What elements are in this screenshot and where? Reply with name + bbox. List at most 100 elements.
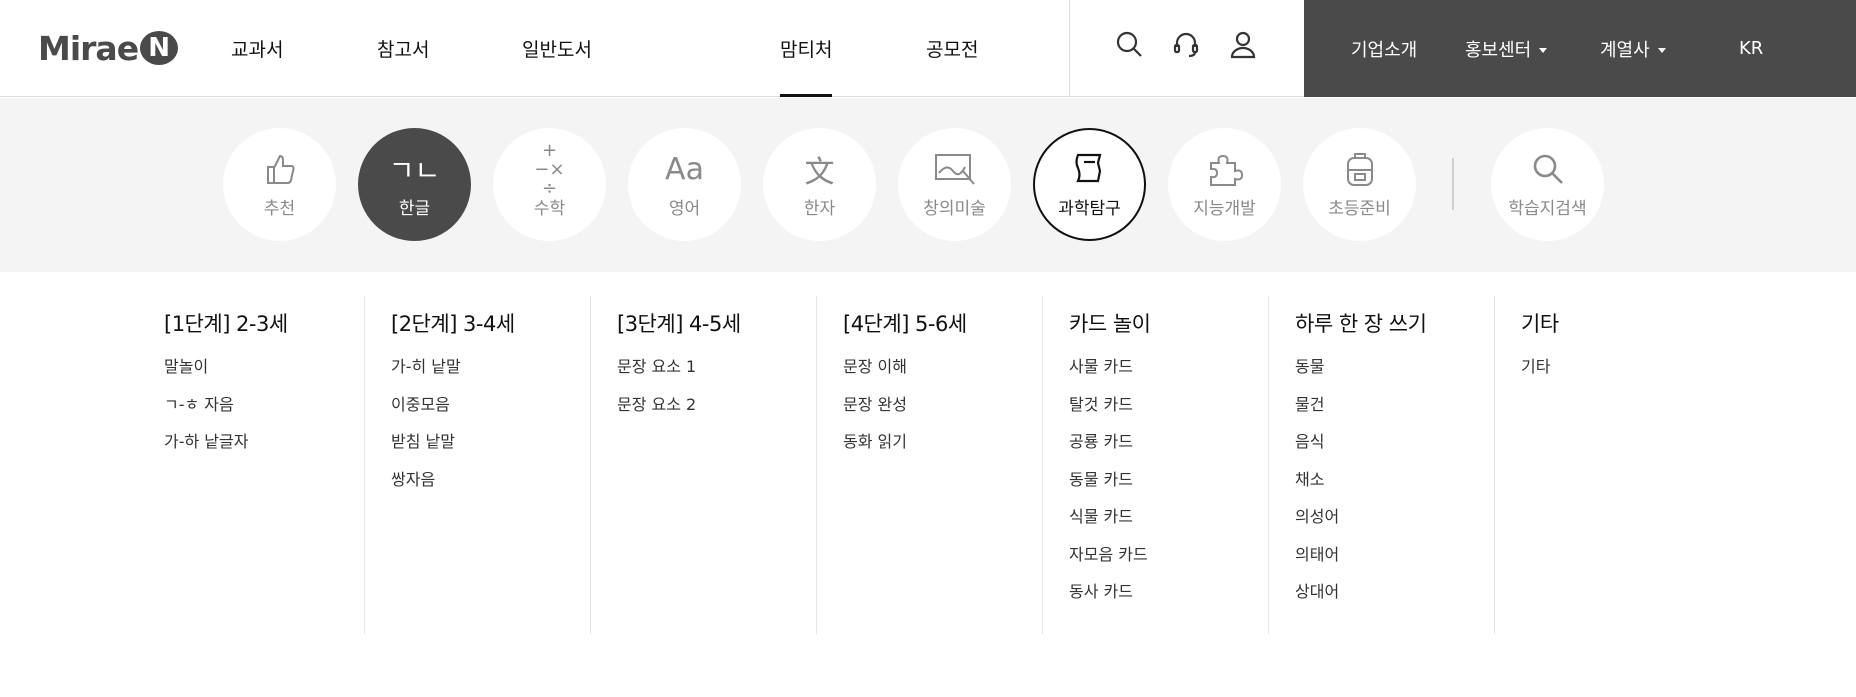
category-label: 초등준비 (1328, 199, 1391, 219)
column-title[interactable]: [3단계] 4-5세 (617, 308, 741, 338)
list-item[interactable]: 동물 카드 (1069, 470, 1148, 508)
list-item[interactable]: 받침 낱말 (391, 432, 461, 470)
english-icon: Aa (665, 150, 704, 188)
column-list: 문장 요소 1 문장 요소 2 (617, 357, 696, 432)
list-item[interactable]: 가-하 낱글자 (164, 432, 248, 470)
science-icon (1073, 150, 1107, 188)
category-elementary-prep[interactable]: 초등준비 (1303, 128, 1416, 241)
category-creative-art[interactable]: 창의미술 (898, 128, 1011, 241)
column-title[interactable]: 카드 놀이 (1069, 308, 1151, 338)
list-item[interactable]: 문장 요소 2 (617, 395, 696, 433)
menu-column-etc: 기타 기타 (1494, 296, 1720, 634)
category-label: 추천 (263, 199, 296, 219)
menu-column-stage1: [1단계] 2-3세 말놀이 ㄱ-ㅎ 자음 가-하 낱글자 (164, 296, 390, 634)
category-label: 과학탐구 (1058, 199, 1121, 219)
headset-icon[interactable] (1170, 28, 1202, 60)
category-divider (1452, 158, 1454, 210)
menu-affiliates[interactable]: 계열사 (1600, 0, 1666, 97)
search-icon[interactable] (1113, 28, 1145, 60)
list-item[interactable]: 음식 (1295, 432, 1339, 470)
language-label: KR (1739, 38, 1764, 59)
caret-down-icon (1657, 47, 1666, 53)
nav-contest[interactable]: 공모전 (926, 0, 978, 97)
list-item[interactable]: 가-히 낱말 (391, 357, 461, 395)
nav-textbook[interactable]: 교과서 (231, 0, 283, 97)
list-item[interactable]: 기타 (1521, 357, 1550, 395)
menu-company-intro-label: 기업소개 (1351, 39, 1418, 61)
column-list: 가-히 낱말 이중모음 받침 낱말 쌍자음 (391, 357, 461, 507)
menu-affiliates-label: 계열사 (1600, 39, 1650, 61)
caret-down-icon (1539, 47, 1548, 53)
list-item[interactable]: 동화 읽기 (843, 432, 907, 470)
category-science[interactable]: 과학탐구 (1033, 128, 1146, 241)
category-english[interactable]: Aa 영어 (628, 128, 741, 241)
hanja-icon: 文 (804, 150, 835, 190)
logo-text: Mirae (38, 28, 139, 68)
user-icon[interactable] (1227, 28, 1259, 60)
hangul-glyph: ㄱㄴ (388, 154, 441, 187)
category-label: 창의미술 (923, 199, 986, 219)
nav-general-book[interactable]: 일반도서 (522, 0, 592, 97)
logo-badge: N (140, 31, 179, 65)
category-math[interactable]: +−×÷ 수학 (493, 128, 606, 241)
list-item[interactable]: 동사 카드 (1069, 582, 1148, 620)
thumbs-up-icon (262, 150, 298, 188)
column-list: 사물 카드 탈것 카드 공룡 카드 동물 카드 식물 카드 자모음 카드 동사 … (1069, 357, 1148, 620)
list-item[interactable]: 사물 카드 (1069, 357, 1148, 395)
math-icon: +−×÷ (528, 141, 572, 198)
category-label: 영어 (668, 199, 701, 219)
search-icon (1530, 150, 1566, 188)
list-item[interactable]: 쌍자음 (391, 470, 461, 508)
list-item[interactable]: 동물 (1295, 357, 1339, 395)
column-title[interactable]: [1단계] 2-3세 (164, 308, 288, 338)
list-item[interactable]: 식물 카드 (1069, 507, 1148, 545)
category-label: 한글 (398, 199, 431, 219)
list-item[interactable]: 의성어 (1295, 507, 1339, 545)
nav-reference-book[interactable]: 참고서 (377, 0, 429, 97)
list-item[interactable]: 말놀이 (164, 357, 248, 395)
math-glyph: +−×÷ (534, 139, 565, 199)
menu-column-stage3: [3단계] 4-5세 문장 요소 1 문장 요소 2 (590, 296, 816, 634)
category-intelligence[interactable]: 지능개발 (1168, 128, 1281, 241)
category-hanja[interactable]: 文 한자 (763, 128, 876, 241)
language-selector[interactable]: KR (1739, 0, 1763, 97)
list-item[interactable]: 채소 (1295, 470, 1339, 508)
list-item[interactable]: 문장 요소 1 (617, 357, 696, 395)
mirae-n-logo[interactable]: Mirae N (38, 28, 179, 68)
column-list: 문장 이해 문장 완성 동화 읽기 (843, 357, 907, 470)
list-item[interactable]: 물건 (1295, 395, 1339, 433)
list-item[interactable]: 문장 이해 (843, 357, 907, 395)
menu-column-stage2: [2단계] 3-4세 가-히 낱말 이중모음 받침 낱말 쌍자음 (364, 296, 590, 634)
column-list: 동물 물건 음식 채소 의성어 의태어 상대어 (1295, 357, 1339, 620)
list-item[interactable]: ㄱ-ㅎ 자음 (164, 395, 248, 433)
category-hangul[interactable]: ㄱㄴ 한글 (358, 128, 471, 241)
list-item[interactable]: 자모음 카드 (1069, 545, 1148, 583)
list-item[interactable]: 공룡 카드 (1069, 432, 1148, 470)
menu-pr-center[interactable]: 홍보센터 (1465, 0, 1548, 97)
list-item[interactable]: 문장 완성 (843, 395, 907, 433)
column-title[interactable]: [4단계] 5-6세 (843, 308, 967, 338)
menu-pr-center-label: 홍보센터 (1465, 39, 1532, 61)
nav-mom-teacher[interactable]: 맘티처 (780, 0, 833, 97)
backpack-icon (1343, 150, 1377, 188)
category-recommended[interactable]: 추천 (223, 128, 336, 241)
english-glyph: Aa (665, 151, 704, 187)
menu-column-daily-writing: 하루 한 장 쓰기 동물 물건 음식 채소 의성어 의태어 상대어 (1268, 296, 1494, 634)
category-label: 지능개발 (1193, 199, 1256, 219)
menu-column-stage4: [4단계] 5-6세 문장 이해 문장 완성 동화 읽기 (816, 296, 1042, 634)
menu-column-card-play: 카드 놀이 사물 카드 탈것 카드 공룡 카드 동물 카드 식물 카드 자모음 … (1042, 296, 1268, 634)
list-item[interactable]: 이중모음 (391, 395, 461, 433)
list-item[interactable]: 상대어 (1295, 582, 1339, 620)
menu-company-intro[interactable]: 기업소개 (1351, 0, 1417, 97)
column-list: 말놀이 ㄱ-ㅎ 자음 가-하 낱글자 (164, 357, 248, 470)
column-title[interactable]: 하루 한 장 쓰기 (1295, 308, 1427, 338)
header-divider (1069, 0, 1070, 97)
category-worksheet-search[interactable]: 학습지검색 (1491, 128, 1604, 241)
site-header: Mirae N 교과서 참고서 일반도서 맘티처 공모전 기업소개 홍보센터 계… (0, 0, 1856, 97)
list-item[interactable]: 의태어 (1295, 545, 1339, 583)
list-item[interactable]: 탈것 카드 (1069, 395, 1148, 433)
column-title[interactable]: 기타 (1521, 308, 1559, 338)
hanja-glyph: 文 (804, 155, 835, 190)
column-title[interactable]: [2단계] 3-4세 (391, 308, 515, 338)
puzzle-icon (1207, 150, 1243, 188)
